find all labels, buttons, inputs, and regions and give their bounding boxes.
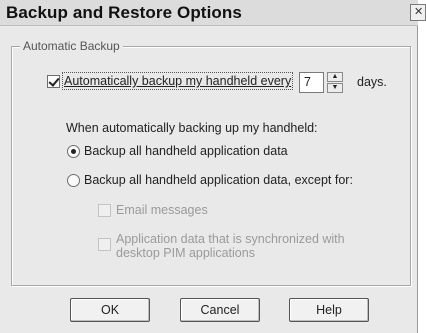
backup-all-label[interactable]: Backup all handheld application data xyxy=(84,144,288,158)
backup-restore-dialog: Backup and Restore Options Automatic Bac… xyxy=(0,0,418,333)
help-button[interactable]: Help xyxy=(289,298,369,322)
backup-days-input[interactable]: 7 xyxy=(299,72,324,93)
spin-up-button[interactable]: ▲ xyxy=(327,72,343,82)
backup-except-radio[interactable] xyxy=(67,174,80,187)
auto-backup-label[interactable]: Automatically backup my handheld every xyxy=(61,72,294,90)
group-label: Automatic Backup xyxy=(20,39,123,53)
ok-button[interactable]: OK xyxy=(70,298,150,322)
backup-all-radio[interactable] xyxy=(67,145,80,158)
when-backing-up-label: When automatically backing up my handhel… xyxy=(66,121,318,135)
close-icon[interactable]: ✕ xyxy=(410,4,426,21)
cancel-button[interactable]: Cancel xyxy=(180,298,260,322)
pim-app-data-label-line2[interactable]: desktop PIM applications xyxy=(116,246,255,260)
pim-app-data-label-line1[interactable]: Application data that is synchronized wi… xyxy=(116,232,345,246)
auto-backup-checkbox[interactable] xyxy=(47,75,60,88)
title-bar[interactable]: Backup and Restore Options xyxy=(0,0,418,26)
email-messages-checkbox[interactable] xyxy=(98,204,111,217)
email-messages-label[interactable]: Email messages xyxy=(116,203,208,217)
pim-app-data-checkbox[interactable] xyxy=(98,238,111,251)
days-label: days. xyxy=(357,75,387,89)
dialog-title: Backup and Restore Options xyxy=(6,3,242,22)
backup-except-label[interactable]: Backup all handheld application data, ex… xyxy=(84,173,353,187)
spin-down-button[interactable]: ▼ xyxy=(327,83,343,93)
